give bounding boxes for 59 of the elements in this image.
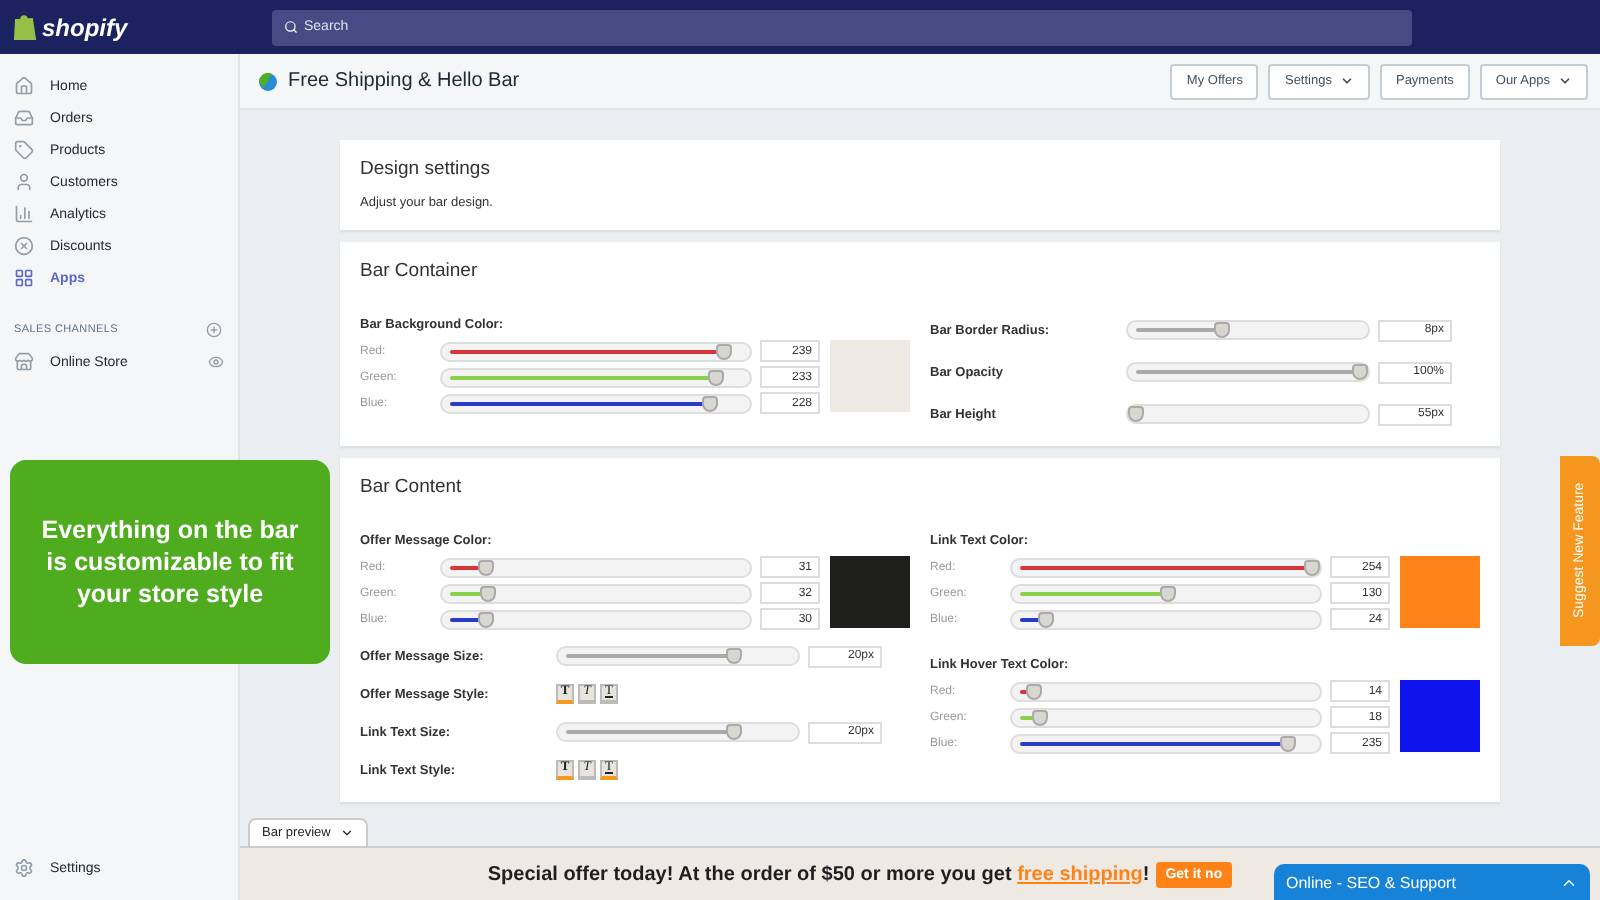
card-title: Bar Container (360, 258, 480, 286)
callout-message: Everything on the bar is customizable to fit your store style (10, 460, 330, 664)
slider-thumb[interactable] (701, 395, 718, 411)
logo-text: shopify (42, 13, 128, 41)
slider-thumb[interactable] (477, 559, 494, 575)
slider[interactable] (440, 557, 752, 577)
tag-icon (14, 140, 34, 160)
user-icon (14, 172, 34, 192)
slider[interactable] (440, 609, 752, 629)
slider-thumb[interactable] (1304, 559, 1320, 575)
app-logo-icon (258, 71, 278, 91)
slider[interactable] (1126, 320, 1370, 340)
slider-thumb[interactable] (1213, 322, 1230, 338)
caret-icon (1558, 74, 1572, 88)
home-icon (14, 76, 34, 96)
slider[interactable] (1126, 362, 1370, 382)
slider[interactable] (440, 367, 752, 387)
offer-message: Special offer today! At the order of $50 or more you get free shipping! (487, 863, 1150, 885)
slider[interactable] (1126, 404, 1370, 424)
chat-widget[interactable]: Online - SEO & Support (1274, 864, 1590, 900)
card-title: Bar Content (360, 474, 464, 502)
slider-thumb[interactable] (707, 369, 724, 385)
slider[interactable] (440, 583, 752, 603)
grid-icon (14, 268, 34, 288)
slider[interactable] (1010, 707, 1322, 727)
slider[interactable] (1010, 681, 1322, 701)
slider-thumb[interactable] (726, 724, 742, 740)
shopping-bag-icon (14, 14, 36, 40)
slider[interactable] (1010, 609, 1322, 629)
slider[interactable] (1010, 733, 1322, 753)
slider-thumb[interactable] (726, 648, 742, 664)
bar-chart-icon (14, 204, 34, 224)
slider[interactable] (1010, 557, 1322, 577)
inbox-icon (14, 108, 34, 128)
slider-thumb[interactable] (477, 611, 494, 627)
circle-cross-icon (14, 236, 34, 256)
card-title: Design settings (360, 156, 492, 184)
slider[interactable] (1010, 583, 1322, 603)
slider-thumb[interactable] (479, 585, 496, 601)
slider-thumb[interactable] (1160, 585, 1177, 601)
slider-thumb[interactable] (1032, 709, 1049, 725)
slider-thumb[interactable] (1280, 735, 1297, 751)
plus-circle-icon[interactable] (206, 322, 222, 338)
slider-thumb[interactable] (1038, 611, 1055, 627)
slider-thumb[interactable] (1026, 683, 1043, 699)
store-icon (14, 352, 34, 372)
slider-thumb[interactable] (716, 343, 733, 359)
app-title: Free Shipping & Hello Bar (288, 70, 522, 92)
search-icon (284, 19, 298, 33)
slider[interactable] (556, 722, 800, 742)
caret-icon (340, 826, 355, 840)
settings-icon (14, 858, 34, 878)
eye-icon[interactable] (208, 354, 224, 370)
slider[interactable] (440, 393, 752, 413)
slider[interactable] (556, 646, 800, 666)
slider-thumb[interactable] (1352, 364, 1368, 380)
slider[interactable] (440, 341, 752, 361)
slider-thumb[interactable] (1128, 406, 1144, 422)
caret-icon (1339, 74, 1354, 88)
